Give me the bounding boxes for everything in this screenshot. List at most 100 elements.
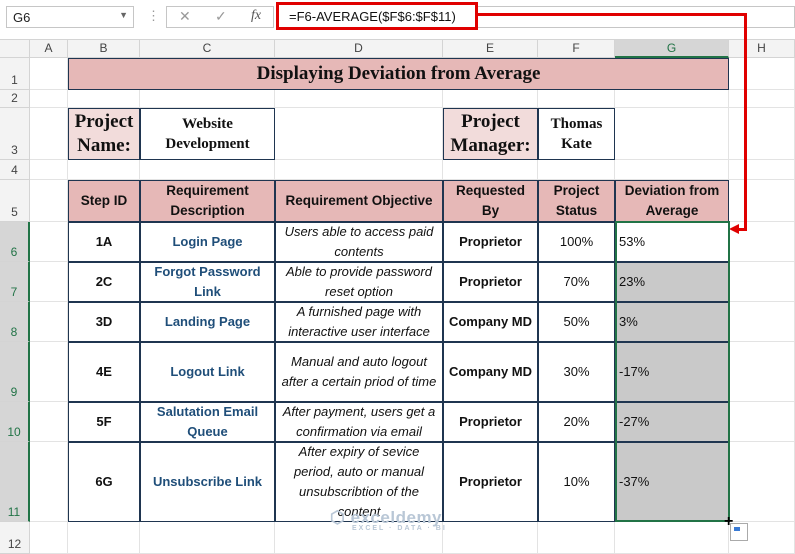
table-cell-obj[interactable]: Users able to access paid contents — [275, 222, 443, 262]
row-header-12[interactable]: 12 — [0, 522, 30, 554]
grid-cell[interactable] — [30, 180, 68, 222]
table-header[interactable]: Requested By — [443, 180, 538, 222]
column-header-d[interactable]: D — [275, 40, 443, 58]
table-header[interactable]: Requirement Description — [140, 180, 275, 222]
column-header-h[interactable]: H — [729, 40, 795, 58]
table-cell-obj[interactable]: A furnished page with interactive user i… — [275, 302, 443, 342]
grid-cell[interactable] — [30, 108, 68, 160]
grid-cell[interactable] — [275, 90, 443, 108]
project-name-value[interactable]: Website Development — [140, 108, 275, 160]
table-cell-id[interactable]: 2C — [68, 262, 140, 302]
table-cell-status[interactable]: 50% — [538, 302, 615, 342]
row-header-10[interactable]: 10 — [0, 402, 30, 442]
table-cell-req[interactable]: Proprietor — [443, 222, 538, 262]
row-header-2[interactable]: 2 — [0, 90, 30, 108]
column-header-a[interactable]: A — [30, 40, 68, 58]
grid-cell[interactable] — [140, 522, 275, 554]
table-cell-req[interactable]: Company MD — [443, 342, 538, 402]
table-cell-desc[interactable]: Landing Page — [140, 302, 275, 342]
grid-cell[interactable] — [68, 522, 140, 554]
grid-cell[interactable] — [729, 58, 795, 90]
grid-cell[interactable] — [30, 522, 68, 554]
grid-cell[interactable] — [538, 90, 615, 108]
grid-cell[interactable] — [615, 108, 729, 160]
grid-cell[interactable] — [729, 180, 795, 222]
table-header[interactable]: Requirement Objective — [275, 180, 443, 222]
project-manager-value[interactable]: Thomas Kate — [538, 108, 615, 160]
table-cell-id[interactable]: 6G — [68, 442, 140, 522]
column-header-g[interactable]: G — [615, 40, 729, 58]
grid-cell[interactable] — [30, 342, 68, 402]
grid-cell[interactable] — [30, 442, 68, 522]
column-header-e[interactable]: E — [443, 40, 538, 58]
formula-input-frame[interactable] — [478, 6, 795, 28]
grid-cell[interactable] — [30, 402, 68, 442]
sheet-title[interactable]: Displaying Deviation from Average — [68, 58, 729, 90]
project-manager-label[interactable]: Project Manager: — [443, 108, 538, 160]
table-cell-id[interactable]: 1A — [68, 222, 140, 262]
grid-cell[interactable] — [30, 262, 68, 302]
table-cell-desc[interactable]: Salutation Email Queue — [140, 402, 275, 442]
table-header[interactable]: Project Status — [538, 180, 615, 222]
table-cell-status[interactable]: 100% — [538, 222, 615, 262]
table-cell-desc[interactable]: Login Page — [140, 222, 275, 262]
row-header-11[interactable]: 11 — [0, 442, 30, 522]
grid-cell[interactable] — [140, 90, 275, 108]
grid-cell[interactable] — [275, 108, 443, 160]
chevron-down-icon[interactable]: ▼ — [119, 10, 128, 20]
grid-cell[interactable] — [729, 302, 795, 342]
grid-cell[interactable] — [615, 90, 729, 108]
table-cell-req[interactable]: Company MD — [443, 302, 538, 342]
grid-cell[interactable] — [538, 522, 615, 554]
row-header-5[interactable]: 5 — [0, 180, 30, 222]
row-header-3[interactable]: 3 — [0, 108, 30, 160]
table-cell-status[interactable]: 30% — [538, 342, 615, 402]
table-cell-dev[interactable]: 3% — [615, 302, 729, 342]
grid-cell[interactable] — [30, 160, 68, 180]
table-cell-status[interactable]: 10% — [538, 442, 615, 522]
insert-function-icon[interactable]: fx — [251, 8, 261, 24]
grid-cell[interactable] — [729, 402, 795, 442]
grid-cell[interactable] — [538, 160, 615, 180]
grid-cell[interactable] — [729, 160, 795, 180]
table-cell-dev[interactable]: -37% — [615, 442, 729, 522]
row-header-6[interactable]: 6 — [0, 222, 30, 262]
cancel-icon[interactable]: ✕ — [179, 8, 191, 25]
column-header-b[interactable]: B — [68, 40, 140, 58]
grid-cell[interactable] — [68, 90, 140, 108]
column-header-f[interactable]: F — [538, 40, 615, 58]
grid-cell[interactable] — [30, 90, 68, 108]
grid-cell[interactable] — [443, 160, 538, 180]
table-cell-obj[interactable]: After payment, users get a confirmation … — [275, 402, 443, 442]
table-header[interactable]: Step ID — [68, 180, 140, 222]
table-cell-desc[interactable]: Unsubscribe Link — [140, 442, 275, 522]
table-cell-desc[interactable]: Logout Link — [140, 342, 275, 402]
formula-input[interactable]: =F6-AVERAGE($F$6:$F$11) — [276, 2, 478, 30]
grid-cell[interactable] — [615, 522, 729, 554]
grid-cell[interactable] — [30, 302, 68, 342]
row-header-7[interactable]: 7 — [0, 262, 30, 302]
table-cell-req[interactable]: Proprietor — [443, 262, 538, 302]
row-header-9[interactable]: 9 — [0, 342, 30, 402]
table-cell-status[interactable]: 70% — [538, 262, 615, 302]
table-cell-status[interactable]: 20% — [538, 402, 615, 442]
table-cell-id[interactable]: 3D — [68, 302, 140, 342]
table-cell-id[interactable]: 5F — [68, 402, 140, 442]
row-header-8[interactable]: 8 — [0, 302, 30, 342]
table-cell-obj[interactable]: Able to provide password reset option — [275, 262, 443, 302]
table-cell-desc[interactable]: Forgot Password Link — [140, 262, 275, 302]
table-header[interactable]: Deviation from Average — [615, 180, 729, 222]
grid-cell[interactable] — [275, 160, 443, 180]
table-cell-id[interactable]: 4E — [68, 342, 140, 402]
grid-cell[interactable] — [30, 58, 68, 90]
row-header-4[interactable]: 4 — [0, 160, 30, 180]
grid-cell[interactable] — [443, 522, 538, 554]
project-name-label[interactable]: Project Name: — [68, 108, 140, 160]
column-header-c[interactable]: C — [140, 40, 275, 58]
grid-cell[interactable] — [729, 262, 795, 302]
grid-cell[interactable] — [729, 442, 795, 522]
select-all-button[interactable] — [0, 40, 30, 58]
table-cell-dev[interactable]: -27% — [615, 402, 729, 442]
grid-cell[interactable] — [140, 160, 275, 180]
grid-cell[interactable] — [729, 342, 795, 402]
